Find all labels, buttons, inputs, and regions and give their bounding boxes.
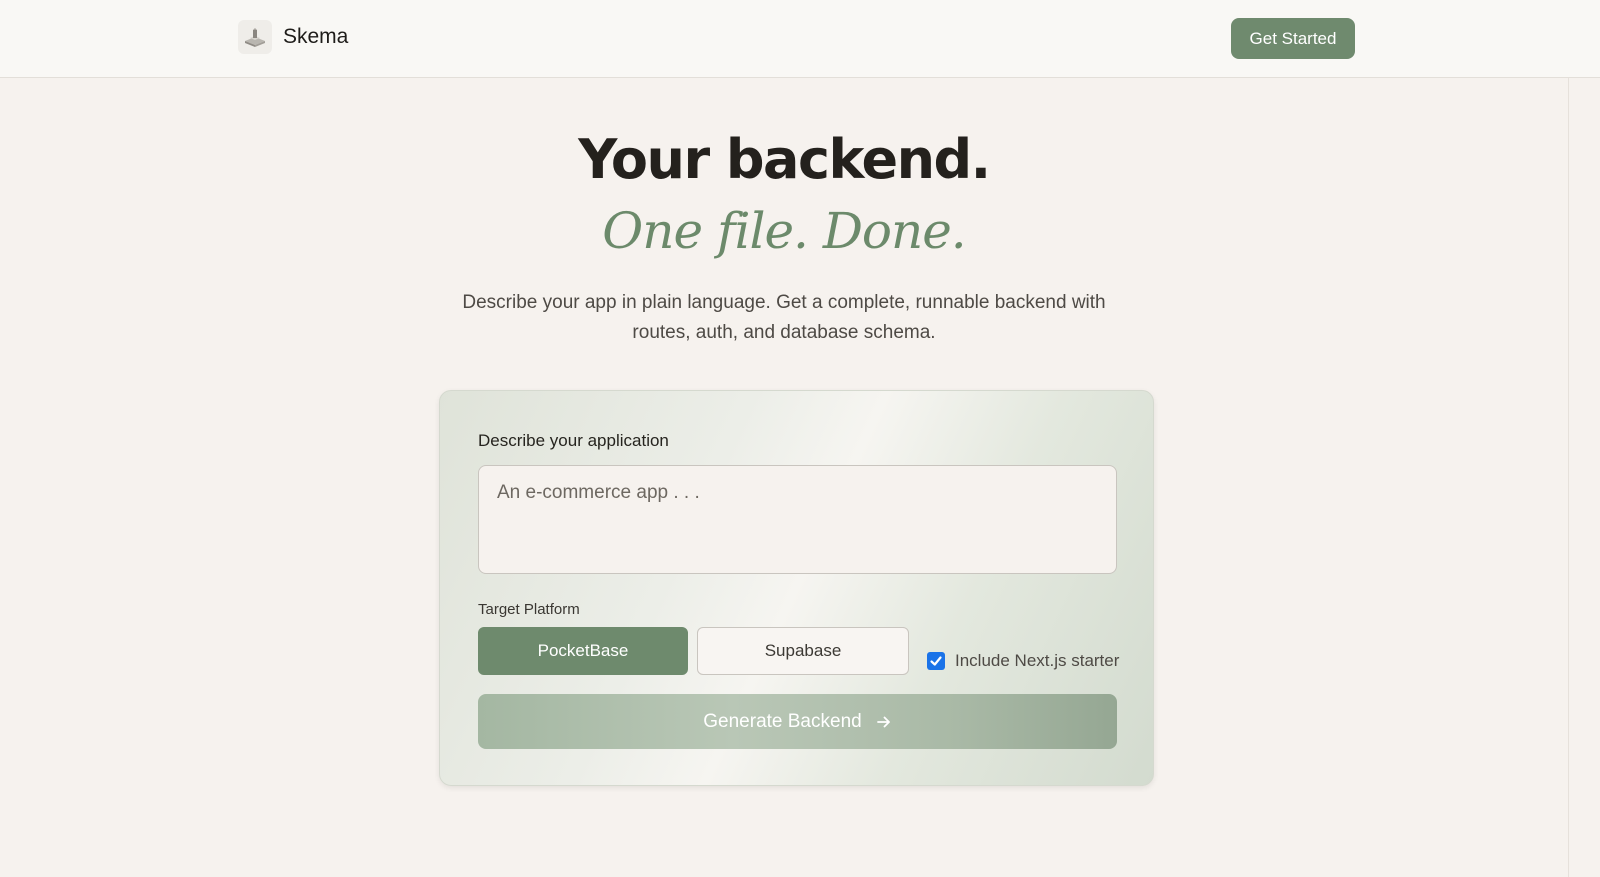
get-started-button[interactable]: Get Started bbox=[1231, 18, 1355, 59]
hero-subtext: Describe your app in plain language. Get… bbox=[462, 292, 1106, 343]
platform-supabase-button[interactable]: Supabase bbox=[697, 627, 909, 675]
platform-pocketbase-button[interactable]: PocketBase bbox=[478, 627, 688, 675]
generator-card: Describe your application Target Platfor… bbox=[439, 390, 1154, 786]
generate-backend-button[interactable]: Generate Backend bbox=[478, 694, 1117, 749]
scrollbar-track[interactable] bbox=[1568, 0, 1600, 877]
skema-logo-icon bbox=[238, 20, 272, 54]
nextjs-option[interactable]: Include Next.js starter bbox=[927, 651, 1119, 671]
brand-name: Skema bbox=[283, 25, 349, 48]
description-label: Describe your application bbox=[478, 431, 669, 450]
arrow-right-icon bbox=[876, 714, 892, 730]
platform-label: Target Platform bbox=[478, 601, 580, 618]
nextjs-checkbox[interactable] bbox=[927, 652, 945, 670]
checkmark-icon bbox=[930, 656, 942, 666]
brand[interactable]: Skema bbox=[238, 20, 348, 54]
hero: Your backend. One file. Done. Describe y… bbox=[0, 126, 1568, 348]
hero-headline: Your backend. bbox=[578, 128, 991, 191]
description-input[interactable] bbox=[478, 465, 1117, 574]
generate-backend-label: Generate Backend bbox=[703, 710, 862, 732]
hero-tagline: One file. Done. bbox=[602, 202, 966, 260]
nextjs-label: Include Next.js starter bbox=[955, 651, 1120, 670]
navbar: Skema Get Started bbox=[0, 0, 1600, 78]
